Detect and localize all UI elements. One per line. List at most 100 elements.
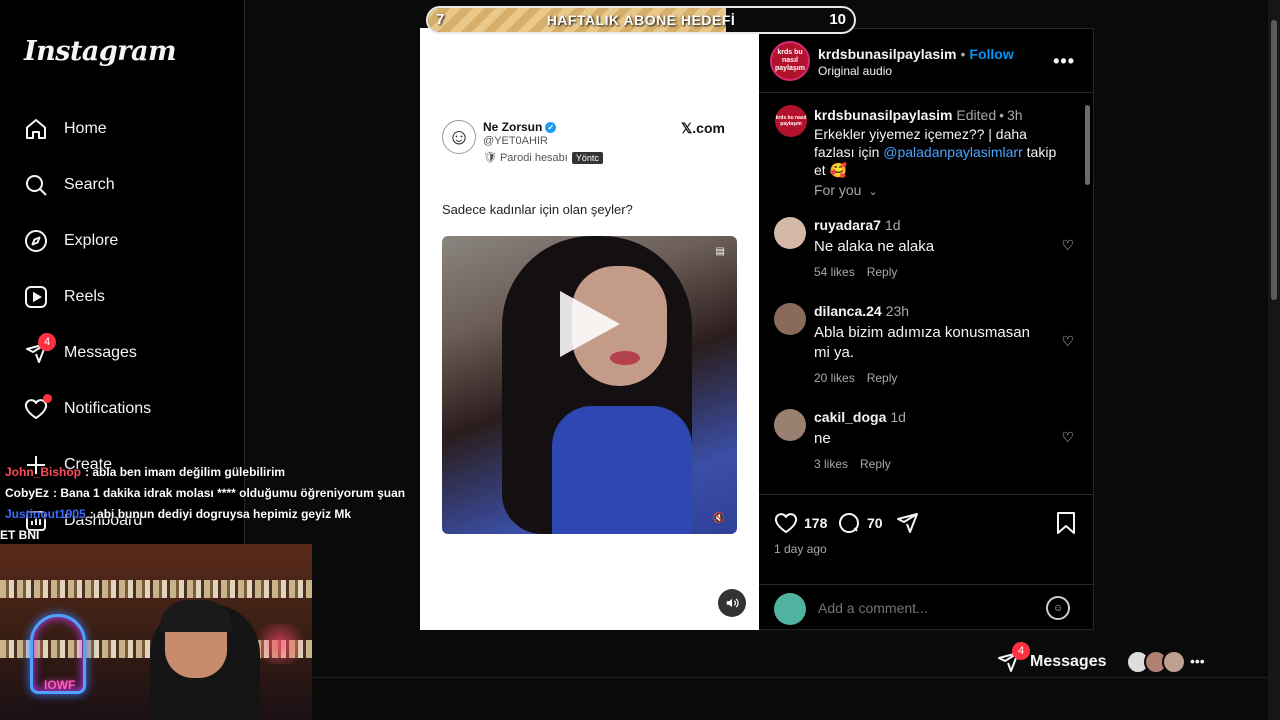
original-audio-link[interactable]: Original audio xyxy=(818,64,892,78)
comment-text: ne xyxy=(814,430,831,447)
audio-toggle-button[interactable] xyxy=(718,589,746,617)
goal-title: HAFTALIK ABONE HEDEFİ xyxy=(546,12,736,28)
tweet-author: Ne Zorsun ✓ xyxy=(483,120,557,134)
sidebar-item-explore[interactable]: Explore xyxy=(24,226,118,256)
comment-likes[interactable]: 3 likes xyxy=(814,457,848,471)
sidebar-item-label: Notifications xyxy=(64,400,152,417)
bookshelf xyxy=(0,580,312,598)
comments-scrollbar[interactable] xyxy=(1085,97,1090,489)
bookmark-icon[interactable] xyxy=(1055,511,1077,535)
separator: • xyxy=(999,107,1005,123)
heart-icon[interactable] xyxy=(774,511,798,535)
post-media[interactable]: ☺ Ne Zorsun ✓ @YET0AHIR 🛡 Parodi hesabı Y… xyxy=(420,28,759,630)
separator: • xyxy=(960,46,966,62)
like-comment-icon[interactable]: ♡ xyxy=(1061,429,1074,446)
caption-icon: ▤ xyxy=(715,246,725,257)
streamer-webcam: IOWF xyxy=(0,544,312,720)
caption-time: 3h xyxy=(1007,107,1023,123)
author-avatar[interactable]: krds bu nasıl paylaşım xyxy=(770,41,810,81)
post-timestamp: 1 day ago xyxy=(774,542,827,556)
caption-avatar[interactable]: krds bu nasıl paylaşım xyxy=(775,105,807,137)
reels-icon xyxy=(24,285,48,309)
embedded-video[interactable]: ▤ 🔇 xyxy=(442,236,737,534)
author-username[interactable]: krdsbunasilpaylasim xyxy=(818,46,957,62)
comment-input[interactable]: Add a comment... xyxy=(818,600,928,616)
verified-icon: ✓ xyxy=(545,122,557,134)
caption-username[interactable]: krdsbunasilpaylasim xyxy=(814,107,953,123)
comment-header: dilanca.24 23h xyxy=(814,303,909,319)
comment-item: cakil_doga 1d ne 3 likes Reply ♡ xyxy=(774,409,1074,479)
streamer-beanie xyxy=(160,600,232,632)
tweet-avatar: ☺ xyxy=(442,120,476,154)
caption-text: Erkekler yiyemez içemez?? | daha fazlası… xyxy=(814,125,1064,179)
commenter-username[interactable]: dilanca.24 xyxy=(814,303,882,319)
comment-sort-dropdown[interactable]: For you ⌄ xyxy=(814,182,878,198)
post-actions: 178 70 1 day ago xyxy=(759,494,1094,584)
add-comment-bar: Add a comment... ☺ xyxy=(759,584,1094,631)
sidebar-item-search[interactable]: Search xyxy=(24,170,115,200)
reply-button[interactable]: Reply xyxy=(860,457,891,471)
compass-icon xyxy=(24,229,48,253)
commenter-avatar[interactable] xyxy=(774,409,806,441)
edited-label: Edited xyxy=(956,107,997,123)
sidebar-item-label: Explore xyxy=(64,232,119,249)
scrollbar-thumb[interactable] xyxy=(1085,105,1090,185)
comment-header: ruyadara7 1d xyxy=(814,217,901,233)
recent-chat-avatars: ••• xyxy=(1126,650,1205,674)
commenter-username[interactable]: ruyadara7 xyxy=(814,217,881,233)
chat-username: Justinout1905 xyxy=(5,507,86,521)
comment-header: cakil_doga 1d xyxy=(814,409,906,425)
tweet-text: Sadece kadınlar için olan şeyler? xyxy=(442,202,633,217)
emoji-icon[interactable]: ☺ xyxy=(1046,596,1070,620)
reply-button[interactable]: Reply xyxy=(867,265,898,279)
sidebar-item-reels[interactable]: Reels xyxy=(24,282,105,312)
sidebar-item-label: Messages xyxy=(64,344,137,361)
like-comment-icon[interactable]: ♡ xyxy=(1061,333,1074,350)
comment-likes[interactable]: 20 likes xyxy=(814,371,855,385)
share-icon[interactable] xyxy=(895,511,919,535)
like-count[interactable]: 178 xyxy=(804,515,827,531)
commenter-avatar[interactable] xyxy=(774,217,806,249)
avatar-text: krds bu nasıl paylaşım xyxy=(775,115,807,127)
heart-icon xyxy=(24,394,52,421)
caption-header: krdsbunasilpaylasim Edited • 3h xyxy=(814,107,1023,123)
page-scrollbar[interactable] xyxy=(1268,0,1280,720)
home-icon xyxy=(24,117,48,141)
mention-link[interactable]: @paladanpaylasimlarr xyxy=(883,144,1023,160)
play-icon[interactable] xyxy=(560,291,620,357)
like-action: 178 xyxy=(774,511,827,535)
comment-icon[interactable] xyxy=(837,511,861,535)
sidebar-item-notifications[interactable]: Notifications xyxy=(24,394,151,424)
tweet-parody-label: 🛡 Parodi hesabı Yöntc xyxy=(483,151,603,164)
messages-pill[interactable]: 4 Messages ••• xyxy=(996,640,1232,684)
sidebar-item-home[interactable]: Home xyxy=(24,114,107,144)
tweet-handle: @YET0AHIR xyxy=(483,135,548,147)
comment-text: Abla bizim adımıza konusmasan mi ya. xyxy=(814,324,1030,361)
comment-item: ruyadara7 1d Ne alaka ne alaka 54 likes Re… xyxy=(774,217,1074,287)
notification-dot xyxy=(43,394,52,403)
sidebar-item-label: Home xyxy=(64,120,107,137)
post-header: krds bu nasıl paylaşım krdsbunasilpaylas… xyxy=(759,29,1093,93)
reply-button[interactable]: Reply xyxy=(867,371,898,385)
stream-chat-overlay: John_Bishop: abla ben imam değilim güleb… xyxy=(0,462,420,546)
comment-time: 1d xyxy=(890,409,906,425)
follow-button[interactable]: Follow xyxy=(969,46,1013,62)
avatar-text: krds bu nasıl paylaşım xyxy=(775,49,805,72)
like-comment-icon[interactable]: ♡ xyxy=(1061,237,1074,254)
x-logo: 𝕏.com xyxy=(681,120,725,136)
page-scrollbar-thumb[interactable] xyxy=(1271,20,1277,300)
instagram-logo[interactable]: Instagram xyxy=(24,36,177,67)
comment-likes[interactable]: 54 likes xyxy=(814,265,855,279)
commenter-avatar[interactable] xyxy=(774,303,806,335)
video-subject-shirt xyxy=(552,406,692,534)
chat-text: abla ben imam değilim gülebilirim xyxy=(92,465,286,479)
shield-icon: 🛡 xyxy=(483,152,497,164)
commenter-username[interactable]: cakil_doga xyxy=(814,409,886,425)
sidebar-item-messages[interactable]: 4 Messages xyxy=(24,333,137,368)
mute-icon: 🔇 xyxy=(712,513,725,524)
more-options-icon[interactable]: ••• xyxy=(1053,51,1075,72)
comment-action: 70 xyxy=(837,511,883,535)
comment-time: 1d xyxy=(884,217,901,233)
tweet-author-name: Ne Zorsun xyxy=(483,120,543,134)
save-action xyxy=(1055,511,1077,535)
